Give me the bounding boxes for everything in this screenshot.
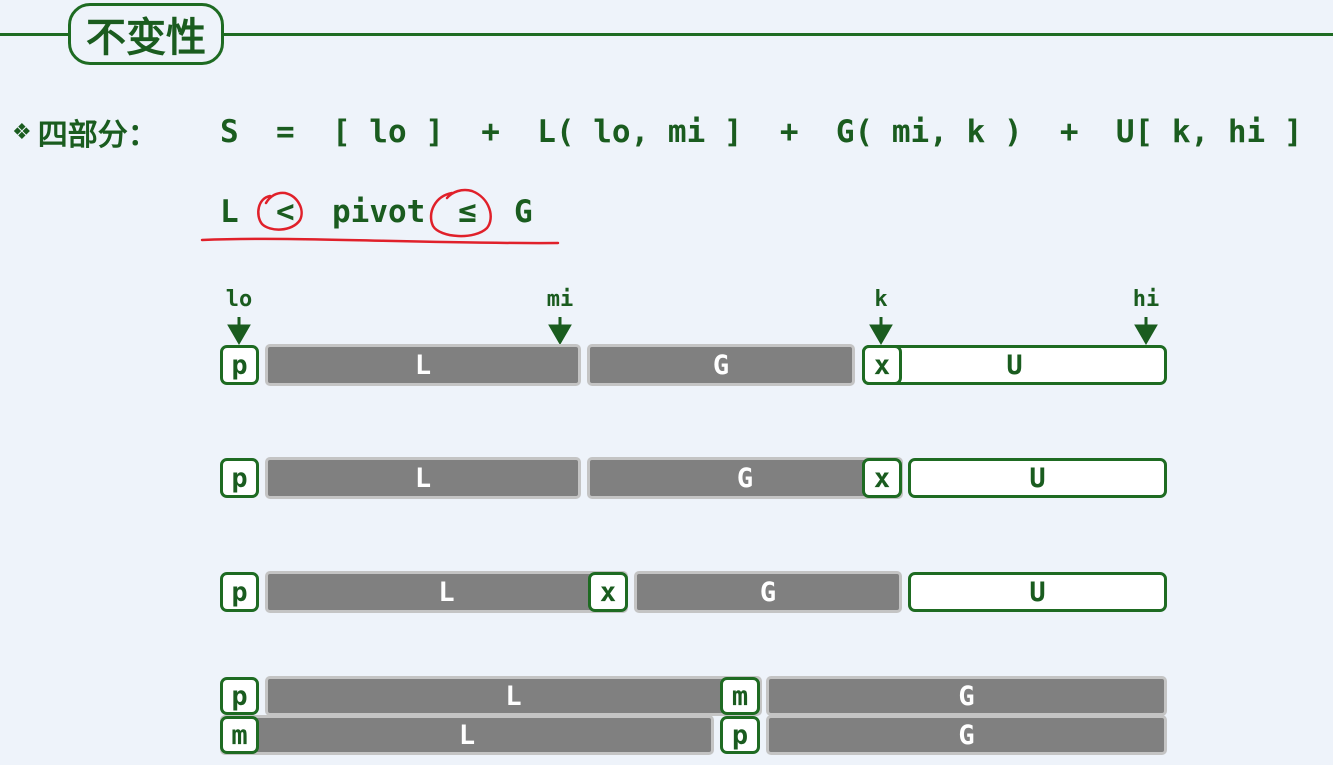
marker-lo-label: lo — [225, 287, 253, 312]
row1-L-segment: L — [265, 344, 581, 386]
row4-G-segment: G — [766, 676, 1167, 716]
row5-L-segment: L — [220, 715, 714, 755]
inequality-left: L — [220, 194, 239, 230]
marker-k-label: k — [874, 287, 888, 312]
row3-U-segment: U — [908, 572, 1167, 612]
row2-pivot-cell: p — [220, 458, 259, 498]
row2-G-segment: G — [587, 457, 903, 499]
row5-m-cell: m — [220, 716, 259, 754]
arrow-down-icon-mi — [548, 317, 572, 345]
header-rule-left — [0, 33, 70, 36]
bullet-line: ❖ 四部分： — [12, 112, 158, 153]
row3-L-segment: L — [265, 571, 628, 613]
arrow-down-icon-k — [869, 317, 893, 345]
inequality-pivot: pivot — [332, 194, 426, 230]
row1-x-cell: x — [862, 345, 902, 385]
inequality-op-lessequal: ≤ — [458, 194, 477, 230]
slide-title: 不变性 — [68, 3, 224, 65]
underline-annotation — [200, 237, 560, 245]
diamond-bullet-icon: ❖ — [12, 119, 32, 145]
marker-mi-label: mi — [546, 287, 574, 312]
row1-pivot-cell: p — [220, 345, 259, 385]
row3-x-cell: x — [588, 572, 628, 612]
row4-pivot-cell: p — [220, 677, 259, 715]
row3-pivot-cell: p — [220, 572, 259, 612]
marker-hi-label: hi — [1132, 287, 1160, 312]
row2-L-segment: L — [265, 457, 581, 499]
row4-L-segment: L — [265, 676, 762, 716]
row1-U-segment: U — [862, 345, 1167, 385]
arrow-down-icon-hi — [1134, 317, 1158, 345]
row5-pivot-cell: p — [720, 716, 760, 754]
row2-x-cell: x — [862, 458, 902, 498]
row2-U-segment: U — [908, 458, 1167, 498]
header-rule-right — [222, 33, 1333, 36]
row5-G-segment: G — [766, 715, 1167, 755]
row3-G-segment: G — [634, 571, 902, 613]
bullet-label: 四部分： — [37, 118, 158, 153]
inequality-op-less: < — [276, 194, 295, 230]
inequality-right: G — [514, 194, 533, 230]
row4-m-cell: m — [720, 677, 760, 715]
row1-G-segment: G — [587, 344, 855, 386]
arrow-down-icon-lo — [227, 317, 251, 345]
partition-formula: S = [ lo ] + L( lo, mi ] + G( mi, k ) + … — [220, 114, 1303, 150]
